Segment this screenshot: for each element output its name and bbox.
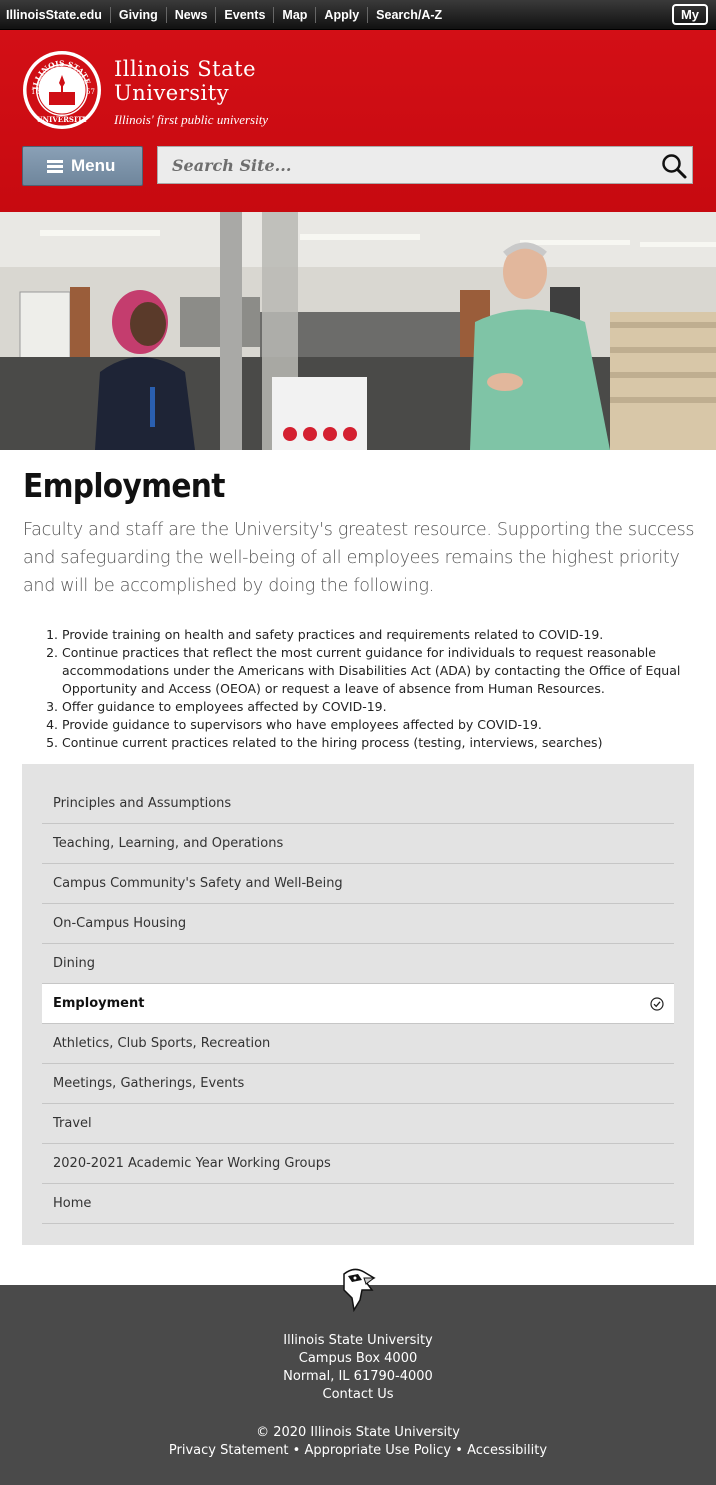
section-nav: Principles and Assumptions Teaching, Lea… <box>42 784 674 1224</box>
steps-list: Provide training on health and safety pr… <box>62 626 682 752</box>
nav-item-travel[interactable]: Travel <box>42 1104 674 1144</box>
list-item: Continue practices that reflect the most… <box>62 644 682 698</box>
footer-campus-box: Campus Box 4000 <box>298 1351 418 1366</box>
footer-address: Illinois State University Campus Box 400… <box>0 1332 716 1404</box>
nav-item-housing[interactable]: On-Campus Housing <box>42 904 674 944</box>
utility-nav: IllinoisState.edu Giving News Events Map… <box>0 0 716 30</box>
search-input[interactable] <box>158 147 648 183</box>
nav-item-label: Employment <box>53 996 145 1011</box>
nav-item-safety[interactable]: Campus Community's Safety and Well-Being <box>42 864 674 904</box>
menu-button[interactable]: Menu <box>22 146 143 186</box>
redbird-mascot-icon <box>343 1268 376 1312</box>
footer-copyright: © 2020 Illinois State University <box>256 1425 460 1440</box>
footer-university-name: Illinois State University <box>283 1333 433 1348</box>
nav-item-employment[interactable]: Employment <box>42 984 674 1024</box>
nav-item-principles[interactable]: Principles and Assumptions <box>42 784 674 824</box>
site-header: ILLINOIS STATE 18 57 UNIVERSITY Illinois… <box>0 30 716 212</box>
list-item: Provide training on health and safety pr… <box>62 626 682 644</box>
menu-button-label: Menu <box>71 156 116 175</box>
svg-text:18: 18 <box>31 88 40 96</box>
footer-separator: • <box>455 1443 463 1458</box>
footer-separator: • <box>292 1443 301 1458</box>
utility-link-news[interactable]: News <box>167 7 217 23</box>
nav-item-dining[interactable]: Dining <box>42 944 674 984</box>
svg-text:57: 57 <box>86 88 95 96</box>
nav-item-working-groups[interactable]: 2020-2021 Academic Year Working Groups <box>42 1144 674 1184</box>
utility-link-giving[interactable]: Giving <box>111 7 167 23</box>
footer-legal: © 2020 Illinois State University Privacy… <box>0 1424 716 1460</box>
nav-item-home[interactable]: Home <box>42 1184 674 1224</box>
search-box <box>157 146 693 184</box>
utility-link-events[interactable]: Events <box>216 7 275 23</box>
accessibility-link[interactable]: Accessibility <box>467 1443 547 1458</box>
footer-contact-link[interactable]: Contact Us <box>0 1386 716 1404</box>
footer-links: Privacy Statement • Appropriate Use Poli… <box>0 1442 716 1460</box>
utility-link-illinoisstate[interactable]: IllinoisState.edu <box>0 7 111 23</box>
list-item: Provide guidance to supervisors who have… <box>62 716 682 734</box>
utility-link-search-az[interactable]: Search/A-Z <box>368 7 450 23</box>
svg-text:UNIVERSITY: UNIVERSITY <box>37 115 89 124</box>
university-wordmark[interactable]: Illinois State University <box>114 57 256 105</box>
list-item: Offer guidance to employees affected by … <box>62 698 682 716</box>
hero-image <box>0 212 716 450</box>
tagline: Illinois' first public university <box>114 112 269 127</box>
wordmark-line-2: University <box>114 81 230 105</box>
page-title: Employment <box>23 466 225 505</box>
section-nav-panel: Principles and Assumptions Teaching, Lea… <box>22 764 694 1245</box>
utility-bar: IllinoisState.edu Giving News Events Map… <box>0 0 716 30</box>
utility-link-apply[interactable]: Apply <box>316 7 369 23</box>
site-footer: Illinois State University Campus Box 400… <box>0 1285 716 1485</box>
nav-item-meetings[interactable]: Meetings, Gatherings, Events <box>42 1064 674 1104</box>
list-item: Continue current practices related to th… <box>62 734 682 752</box>
wordmark-line-1: Illinois State <box>114 57 256 81</box>
footer-city: Normal, IL 61790-4000 <box>283 1369 433 1384</box>
nav-item-teaching[interactable]: Teaching, Learning, and Operations <box>42 824 674 864</box>
appropriate-use-link[interactable]: Appropriate Use Policy <box>304 1443 451 1458</box>
nav-item-athletics[interactable]: Athletics, Club Sports, Recreation <box>42 1024 674 1064</box>
my-illinoisstate-button[interactable]: My <box>672 4 708 25</box>
utility-link-map[interactable]: Map <box>274 7 317 23</box>
hamburger-icon <box>47 160 63 173</box>
check-circle-icon <box>650 997 664 1011</box>
privacy-link[interactable]: Privacy Statement <box>169 1443 289 1458</box>
university-seal-icon[interactable]: ILLINOIS STATE 18 57 UNIVERSITY <box>22 50 102 130</box>
intro-paragraph: Faculty and staff are the University's g… <box>23 520 695 596</box>
search-icon[interactable] <box>660 152 688 180</box>
